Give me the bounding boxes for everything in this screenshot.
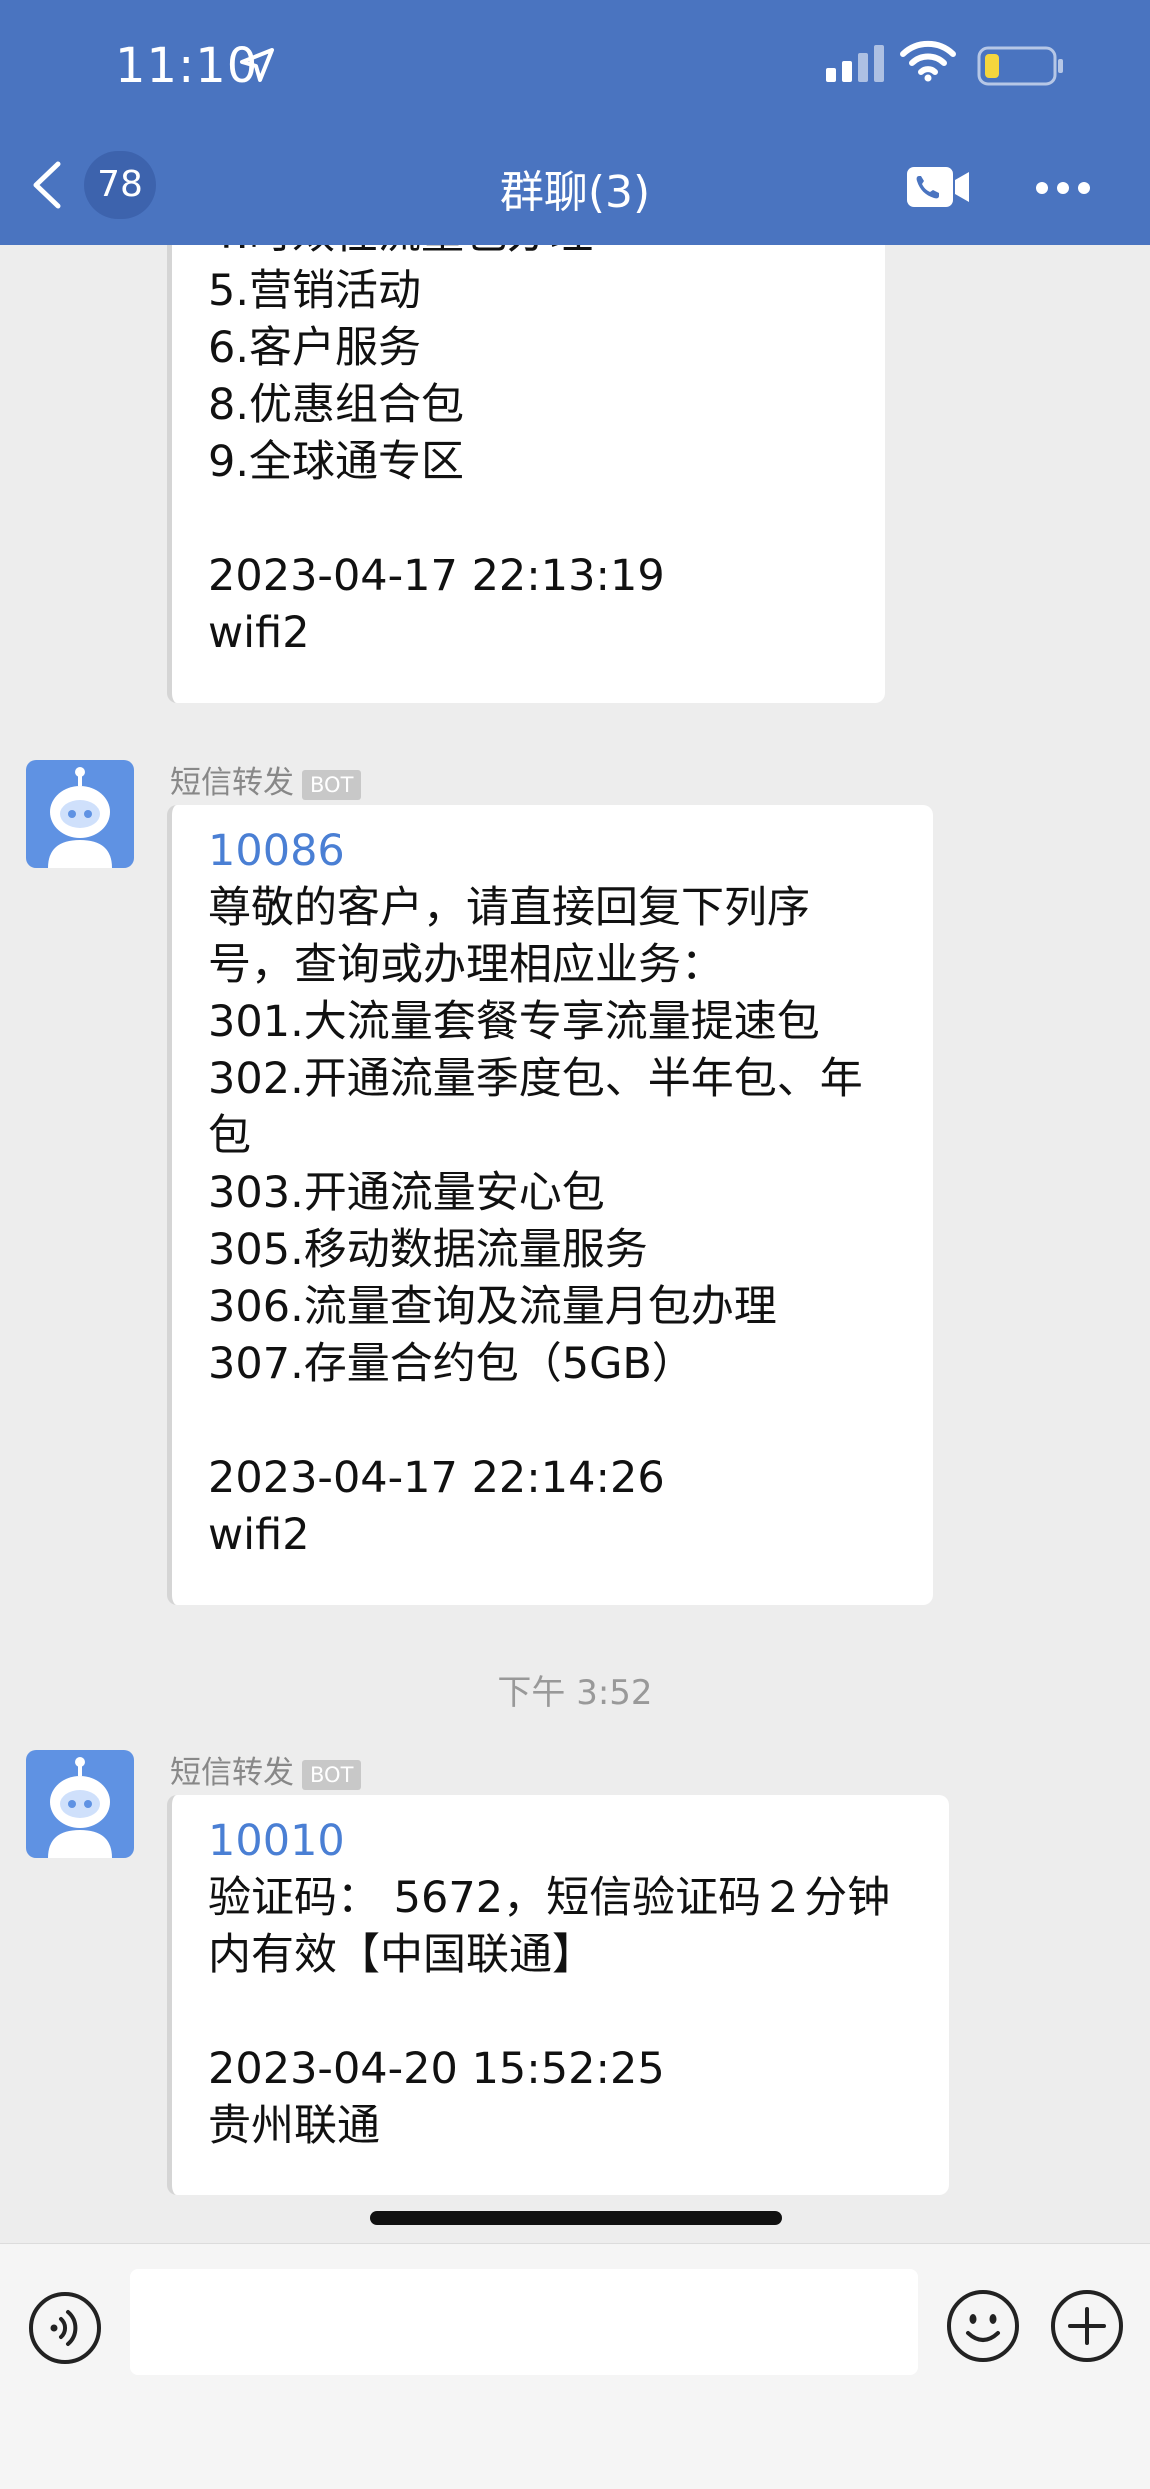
bot-avatar[interactable] [26, 760, 134, 868]
message-line: 2023-04-17 22:13:19 [208, 551, 665, 601]
time-divider: 下午 3:52 [497, 1673, 653, 1713]
sender-number[interactable]: 10086 [208, 823, 913, 880]
location-arrow-icon [238, 46, 276, 88]
message-line: 贵州联通 [208, 2101, 380, 2151]
plus-icon[interactable] [1050, 2289, 1124, 2367]
message-bubble[interactable]: 10010 验证码： 5672，短信验证码２分钟 内有效【中国联通】 2023-… [167, 1795, 949, 2195]
message-line: 验证码： 5672，短信验证码２分钟 [208, 1873, 891, 1923]
message-line: 301.大流量套餐专享流量提速包 [208, 997, 820, 1047]
more-options-icon[interactable] [1035, 180, 1091, 199]
input-bar [0, 2243, 1150, 2489]
bot-tag: BOT [302, 769, 362, 800]
message-line: 305.移动数据流量服务 [208, 1225, 648, 1275]
message-line [208, 491, 865, 548]
robot-icon [48, 1757, 112, 1858]
sender-label: 短信转发 BOT [170, 1747, 362, 1792]
wifi-icon [900, 40, 956, 86]
message-line: 5.营销活动 [208, 266, 422, 316]
bot-avatar[interactable] [26, 1750, 134, 1858]
message-bubble[interactable]: 10086 尊敬的客户，请直接回复下列序 号，查询或办理相应业务： 301.大流… [167, 805, 933, 1605]
status-time: 11:10 [115, 38, 259, 94]
message-input[interactable] [130, 2269, 918, 2375]
message-line: 4.时效性流量包办理 [208, 245, 865, 263]
video-call-icon[interactable] [905, 164, 971, 214]
message-line: 尊敬的客户，请直接回复下列序 [208, 883, 810, 933]
message-list[interactable]: 4.时效性流量包办理 5.营销活动 6.客户服务 8.优惠组合包 9.全球通专区… [0, 245, 1150, 2243]
message-line: 包 [208, 1111, 251, 1161]
home-indicator[interactable] [370, 2211, 782, 2225]
sender-label: 短信转发 BOT [170, 757, 362, 802]
message-line: 内有效【中国联通】 [208, 1930, 595, 1980]
voice-input-icon[interactable] [28, 2291, 102, 2369]
message-line: 306.流量查询及流量月包办理 [208, 1282, 777, 1332]
message-line: 8.优惠组合包 [208, 380, 465, 430]
message-line: 6.客户服务 [208, 323, 422, 373]
message-line: wifi2 [208, 608, 310, 658]
chat-title: 群聊(3) [499, 167, 651, 218]
message-bubble[interactable]: 4.时效性流量包办理 5.营销活动 6.客户服务 8.优惠组合包 9.全球通专区… [167, 245, 885, 703]
title-bar: 11:10 78 群聊(3) [0, 0, 1150, 245]
message-line: 302.开通流量季度包、半年包、年 [208, 1054, 863, 1104]
message-line [208, 1393, 913, 1450]
cellular-signal-icon [826, 44, 888, 86]
sender-name: 短信转发 [170, 765, 294, 801]
message-line: 2023-04-17 22:14:26 [208, 1453, 665, 1503]
sender-name: 短信转发 [170, 1755, 294, 1791]
message-line: 号，查询或办理相应业务： [208, 940, 724, 990]
battery-icon [977, 46, 1065, 90]
message-line: 2023-04-20 15:52:25 [208, 2044, 665, 2094]
emoji-icon[interactable] [946, 2289, 1020, 2367]
message-line: 307.存量合约包（5GB） [208, 1339, 695, 1389]
robot-icon [48, 767, 112, 868]
message-line: wifi2 [208, 1510, 310, 1560]
sender-number[interactable]: 10010 [208, 1813, 929, 1870]
message-line [208, 1984, 929, 2041]
message-line: 9.全球通专区 [208, 437, 465, 487]
message-line: 303.开通流量安心包 [208, 1168, 605, 1218]
bot-tag: BOT [302, 1759, 362, 1790]
